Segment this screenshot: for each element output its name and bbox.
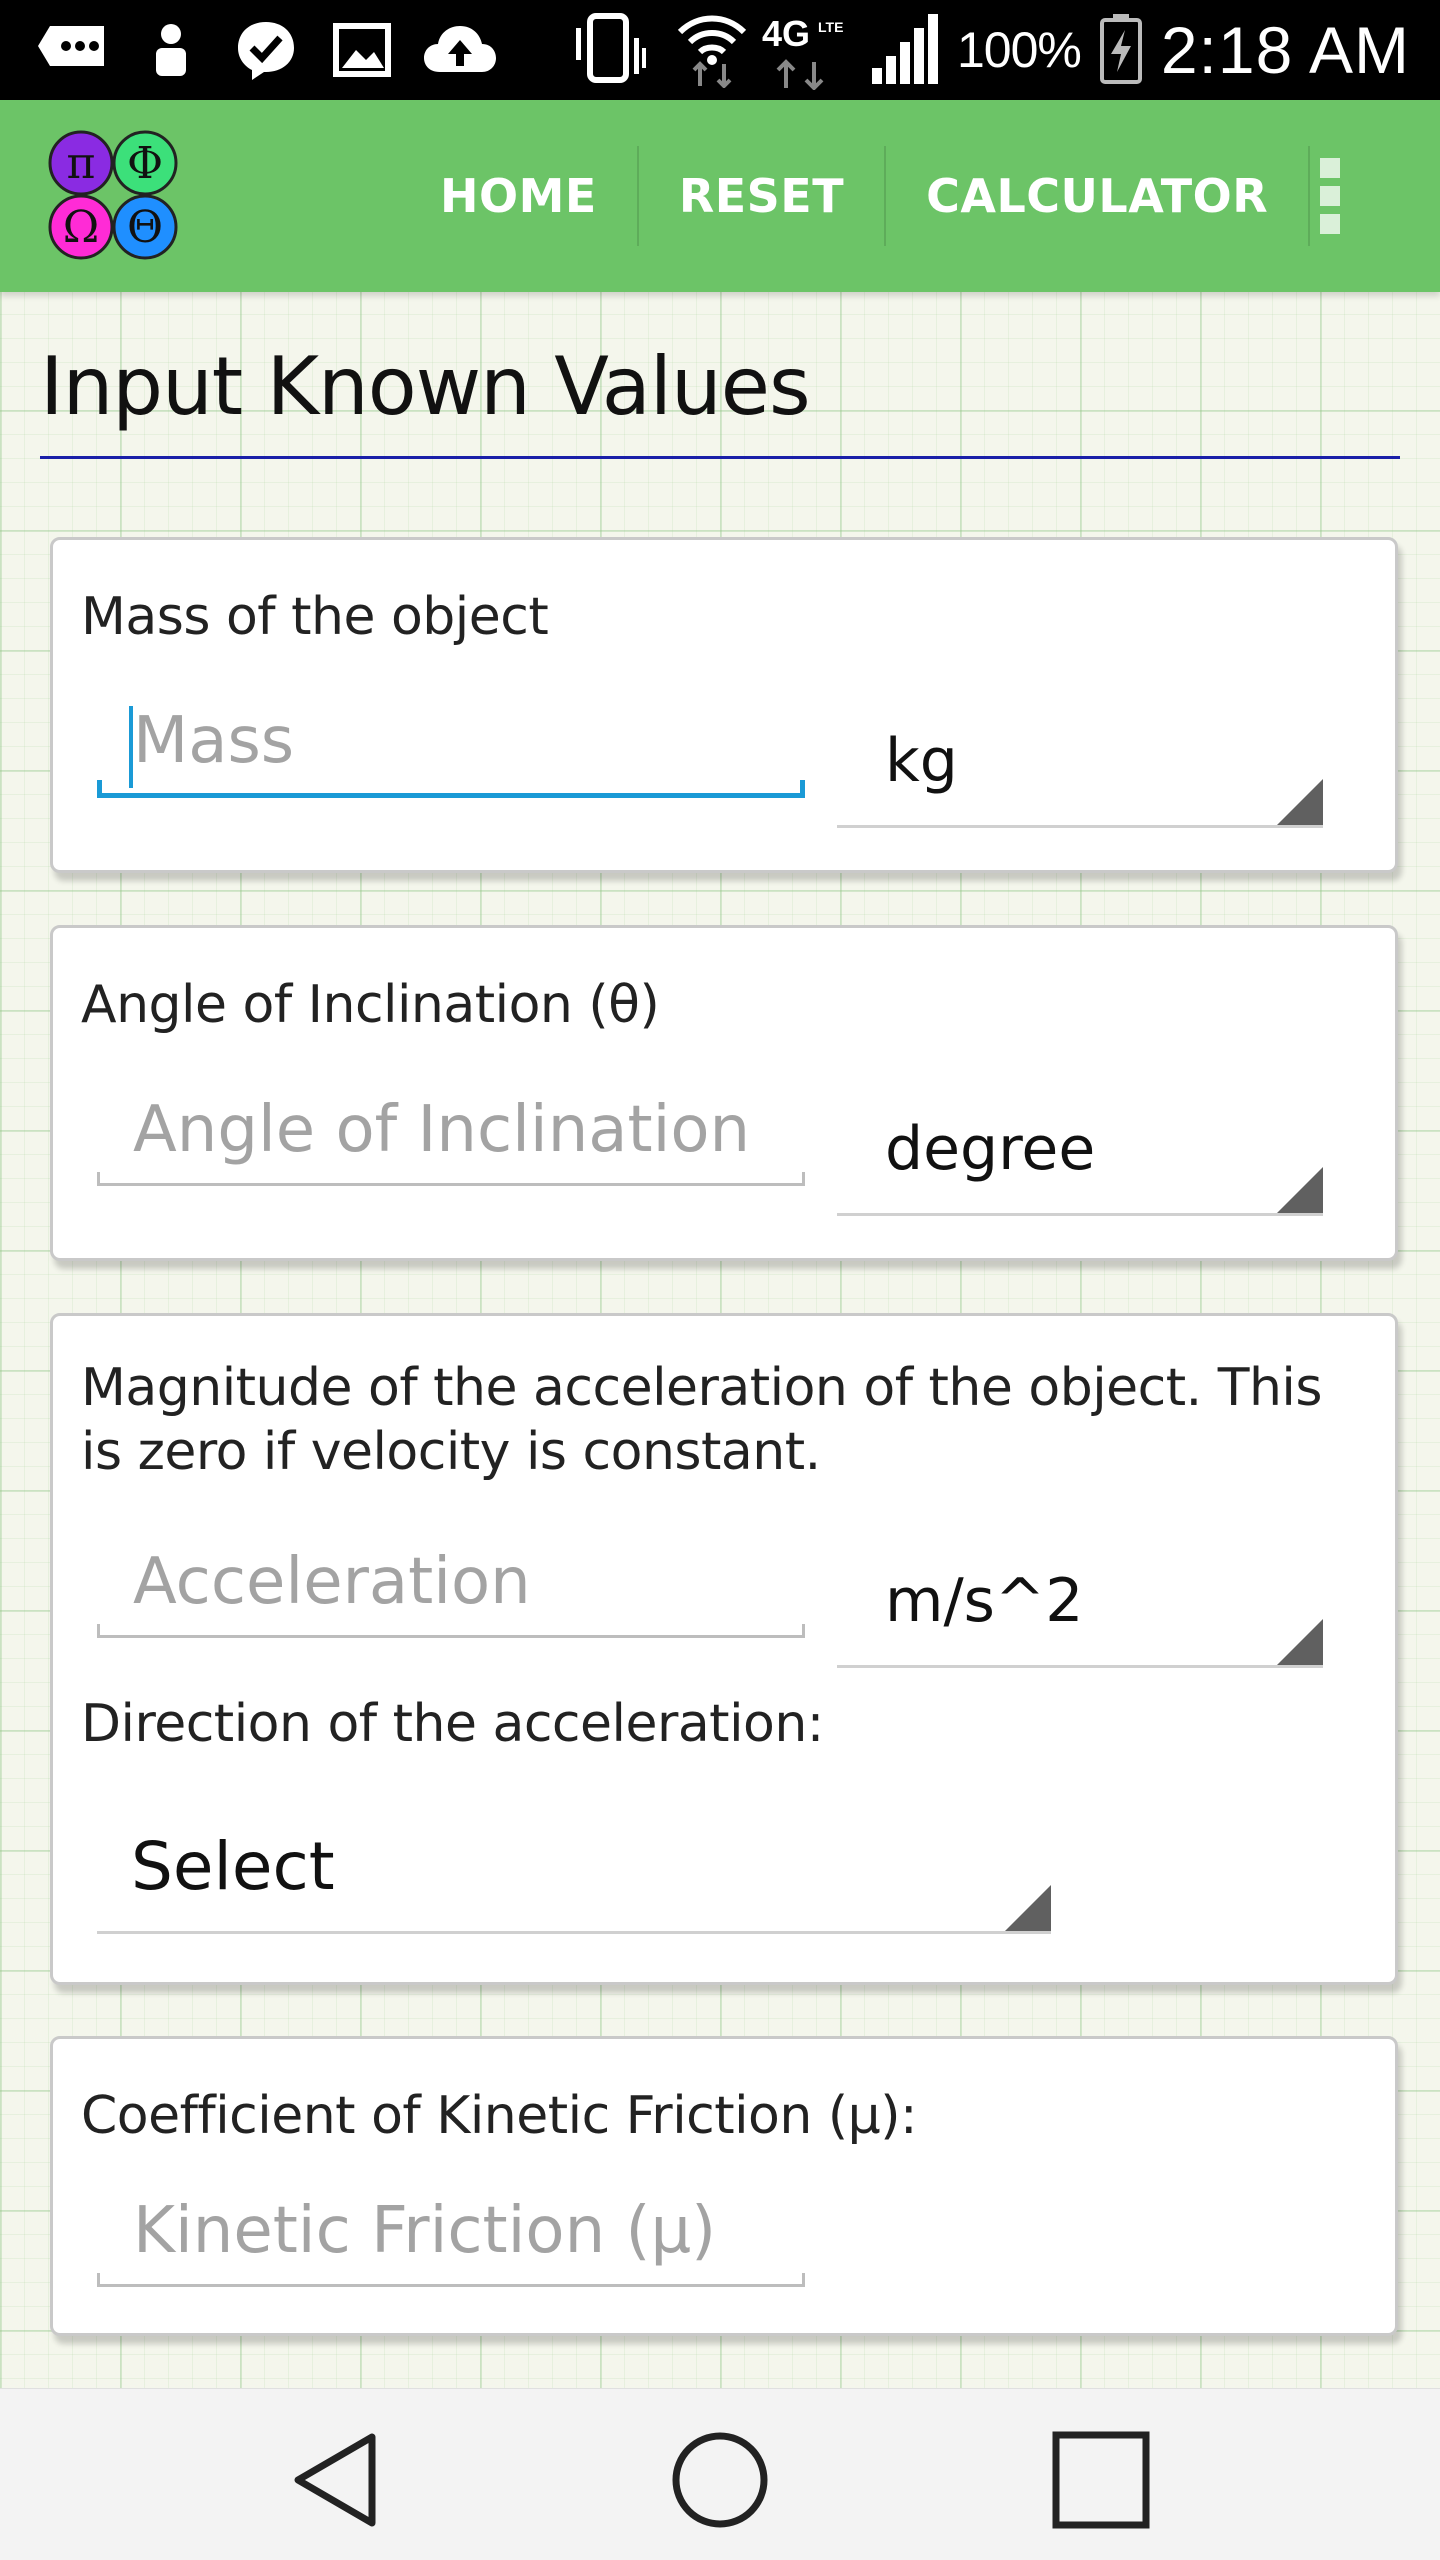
mass-field-wrap	[97, 688, 805, 798]
title-divider	[40, 456, 1400, 459]
friction-label: Coefficient of Kinetic Friction (μ):	[81, 2086, 918, 2146]
nav-home[interactable]: HOME	[400, 100, 637, 292]
acceleration-unit-spinner[interactable]: m/s^2	[837, 1540, 1323, 1668]
svg-text:LTE: LTE	[818, 19, 843, 35]
acceleration-field-wrap	[97, 1528, 805, 1638]
logo-phi: Φ	[127, 138, 163, 189]
angle-card: Angle of Inclination (θ) degree	[50, 925, 1398, 1261]
angle-unit-spinner[interactable]: degree	[837, 1088, 1323, 1216]
battery-charging-icon	[1099, 12, 1143, 89]
image-icon	[332, 20, 392, 80]
dropdown-arrow-icon	[1277, 1167, 1323, 1213]
direction-value: Select	[131, 1828, 335, 1905]
person-icon	[146, 20, 196, 80]
nav-calculator[interactable]: CALCULATOR	[886, 100, 1308, 292]
nav-reset[interactable]: RESET	[639, 100, 884, 292]
battery-percent: 100%	[956, 22, 1082, 78]
friction-card: Coefficient of Kinetic Friction (μ):	[50, 2036, 1398, 2336]
angle-field-wrap	[97, 1076, 805, 1186]
direction-spinner[interactable]: Select	[97, 1806, 1051, 1934]
lte-icon: 4G LTE	[760, 13, 850, 90]
checkmark-icon	[234, 20, 298, 80]
mass-unit-value: kg	[885, 726, 958, 796]
cloud-upload-icon	[422, 20, 498, 80]
system-navigation-bar	[0, 2388, 1440, 2560]
recents-icon[interactable]	[1046, 2425, 1156, 2535]
overflow-menu-icon[interactable]	[1300, 150, 1360, 242]
top-nav: HOME RESET CALCULATOR	[400, 100, 1311, 292]
status-bar: 4G LTE 100% 2:18 AM	[0, 0, 1440, 100]
angle-unit-value: degree	[885, 1114, 1096, 1184]
angle-label: Angle of Inclination (θ)	[81, 975, 660, 1035]
dropdown-arrow-icon	[1005, 1885, 1051, 1931]
text-cursor	[129, 706, 133, 788]
vibrate-icon	[572, 13, 648, 83]
mass-card: Mass of the object kg	[50, 537, 1398, 873]
logo-theta: Θ	[127, 202, 163, 253]
acceleration-label: Magnitude of the acceleration of the obj…	[81, 1358, 1322, 1482]
app-bar: π Φ Ω Θ HOME RESET CALCULATOR	[0, 100, 1440, 292]
direction-label: Direction of the acceleration:	[81, 1694, 824, 1754]
dropdown-arrow-icon	[1277, 779, 1323, 825]
logo-pi: π	[67, 138, 96, 189]
home-circle-icon[interactable]	[665, 2425, 775, 2535]
logo-omega: Ω	[63, 202, 99, 253]
mass-input[interactable]	[97, 688, 805, 798]
angle-input[interactable]	[97, 1076, 805, 1186]
mass-label: Mass of the object	[81, 587, 549, 647]
svg-text:4G: 4G	[762, 13, 810, 54]
mass-unit-spinner[interactable]: kg	[837, 700, 1323, 828]
wifi-icon	[676, 15, 748, 88]
friction-field-wrap	[97, 2177, 805, 2287]
acceleration-card: Magnitude of the acceleration of the obj…	[50, 1313, 1398, 1985]
acceleration-input[interactable]	[97, 1528, 805, 1638]
chat-icon	[36, 20, 112, 80]
signal-icon	[868, 14, 948, 84]
back-icon[interactable]	[284, 2425, 394, 2535]
acceleration-unit-value: m/s^2	[885, 1566, 1084, 1636]
app-logo[interactable]: π Φ Ω Θ	[48, 130, 178, 260]
clock: 2:18 AM	[1160, 13, 1410, 87]
page-title: Input Known Values	[40, 340, 811, 433]
dropdown-arrow-icon	[1277, 1619, 1323, 1665]
friction-input[interactable]	[97, 2177, 805, 2287]
